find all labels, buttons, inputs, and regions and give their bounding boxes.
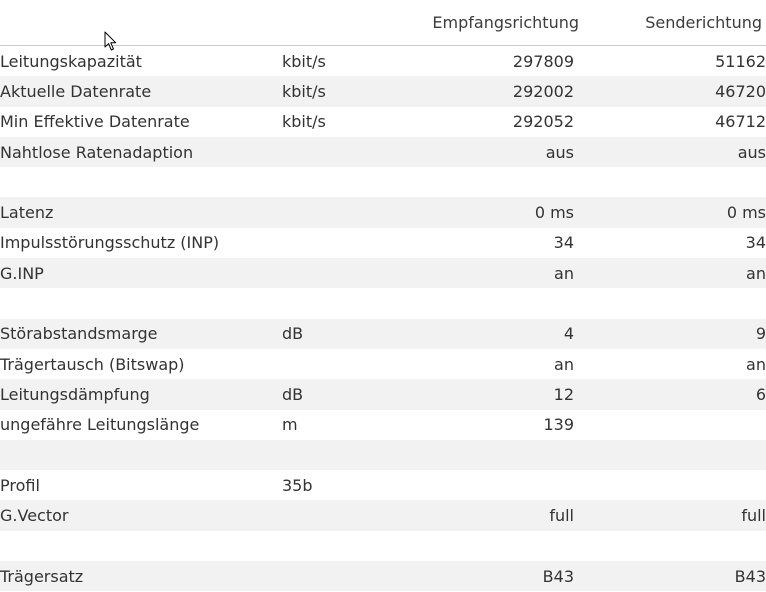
table-row: Profil 35b [0, 470, 766, 500]
row-downstream-value: 297809 [512, 51, 574, 71]
row-upstream-value [574, 531, 766, 561]
table-row [0, 167, 766, 197]
row-downstream-value: 0 ms [422, 197, 574, 228]
row-upstream-value: B43 [574, 561, 766, 592]
row-downstream-value: an [554, 354, 574, 374]
table-row: Min Effektive Datenrate kbit/s 292052 46712 [0, 107, 766, 137]
table-row [0, 288, 766, 318]
row-label: Leitungskapazität [0, 51, 142, 71]
row-upstream-value: 46712 [715, 112, 766, 132]
row-upstream-value: 51162 [715, 51, 766, 71]
row-downstream-value: full [422, 500, 574, 531]
row-unit: m [282, 415, 298, 435]
column-header-upstream: Senderichtung [645, 13, 762, 32]
row-label [0, 439, 282, 471]
row-downstream-value: 12 [422, 379, 574, 410]
row-upstream-value: 0 ms [574, 197, 766, 228]
row-downstream-value [422, 439, 574, 471]
row-unit: kbit/s [282, 112, 326, 132]
row-upstream-value: 46720 [574, 76, 766, 107]
row-upstream-value [574, 470, 766, 500]
row-unit [282, 197, 422, 228]
row-label: ungefähre Leitungslänge [0, 415, 200, 435]
row-upstream-value: 6 [574, 379, 766, 410]
row-label: G.Vector [0, 500, 282, 531]
row-downstream-value: 139 [543, 415, 574, 435]
row-unit [282, 228, 422, 258]
row-unit [282, 531, 422, 561]
row-upstream-value: 34 [745, 233, 766, 253]
row-label: Leitungsdämpfung [0, 379, 282, 410]
row-label [0, 531, 282, 561]
row-downstream-value [422, 470, 574, 500]
table-body: Leitungskapazität kbit/s 297809 51162 Aktuel… [0, 46, 766, 592]
table-row [0, 531, 766, 561]
row-downstream-value [422, 288, 574, 318]
row-unit [282, 561, 422, 592]
row-unit: kbit/s [282, 76, 422, 107]
row-unit [282, 258, 422, 289]
row-unit [282, 439, 422, 471]
table-row: Latenz 0 ms 0 ms [0, 197, 766, 228]
row-label: Latenz [0, 197, 282, 228]
row-label: G.INP [0, 258, 282, 289]
row-downstream-value: aus [422, 136, 574, 168]
row-downstream-value: 292052 [512, 112, 574, 132]
table-row: ungefähre Leitungslänge m 139 [0, 410, 766, 440]
row-upstream-value: 9 [574, 318, 766, 349]
row-label: Min Effektive Datenrate [0, 112, 190, 132]
row-downstream-value [422, 531, 574, 561]
row-upstream-value [574, 167, 766, 197]
table-row: G.Vector full full [0, 500, 766, 531]
row-unit: dB [282, 318, 422, 349]
row-label: Störabstandsmarge [0, 318, 282, 349]
row-unit: dB [282, 379, 422, 410]
table-row: Nahtlose Ratenadaption aus aus [0, 136, 766, 168]
row-label [0, 167, 282, 197]
row-upstream-value: an [746, 354, 766, 374]
row-downstream-value: 292002 [422, 76, 574, 107]
row-label: Impulsstörungsschutz (INP) [0, 233, 220, 253]
mouse-pointer-icon [104, 31, 117, 51]
row-downstream-value: 4 [422, 318, 574, 349]
row-label: Nahtlose Ratenadaption [0, 136, 282, 168]
row-downstream-value [422, 167, 574, 197]
row-label: Trägertausch (Bitswap) [0, 354, 185, 374]
table-row: Trägertausch (Bitswap) an an [0, 349, 766, 379]
row-label: Profil [0, 475, 40, 495]
table-row: G.INP an an [0, 258, 766, 289]
row-downstream-value: 34 [553, 233, 574, 253]
row-unit: kbit/s [282, 51, 326, 71]
row-upstream-value: an [574, 258, 766, 289]
table-row: Impulsstörungsschutz (INP) 34 34 [0, 228, 766, 258]
row-unit [282, 288, 422, 318]
column-header-downstream: Empfangsrichtung [432, 13, 579, 32]
table-row: Aktuelle Datenrate kbit/s 292002 46720 [0, 76, 766, 107]
table-row: Störabstandsmarge dB 4 9 [0, 318, 766, 349]
row-label: Trägersatz [0, 561, 282, 592]
row-upstream-value: aus [574, 136, 766, 168]
row-unit [282, 136, 422, 168]
row-unit [282, 167, 422, 197]
dsl-info-table: Leitungskapazität kbit/s 297809 51162 Aktuel… [0, 46, 766, 592]
row-upstream-value [574, 288, 766, 318]
row-upstream-value [574, 410, 766, 440]
row-downstream-value: an [422, 258, 574, 289]
row-unit: 35b [282, 475, 313, 495]
row-unit [282, 500, 422, 531]
row-upstream-value [574, 439, 766, 471]
table-row: Leitungsdämpfung dB 12 6 [0, 379, 766, 410]
row-upstream-value: full [574, 500, 766, 531]
row-label: Aktuelle Datenrate [0, 76, 282, 107]
row-unit [282, 349, 422, 379]
table-row: Trägersatz B43 B43 [0, 561, 766, 592]
row-label [0, 288, 282, 318]
table-row [0, 439, 766, 471]
row-downstream-value: B43 [422, 561, 574, 592]
